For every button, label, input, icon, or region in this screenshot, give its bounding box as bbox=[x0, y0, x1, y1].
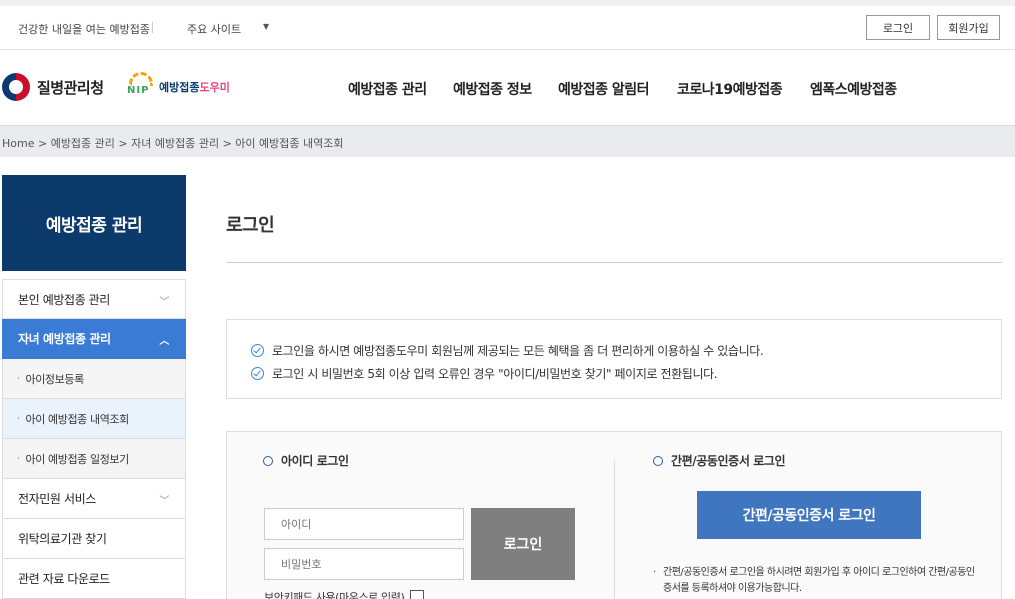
bullet-icon: · bbox=[17, 453, 20, 464]
chevron-down-icon: ﹀ bbox=[159, 297, 169, 308]
top-login-button[interactable]: 로그인 bbox=[866, 15, 930, 40]
sidebar-sub-child-register[interactable]: · 아이정보등록 bbox=[2, 359, 186, 399]
kdca-name: 질병관리청 bbox=[37, 78, 104, 97]
vaccination-helper-logo[interactable]: NIP 예방접종도우미 bbox=[125, 72, 230, 102]
sidebar-item-label: 아이 예방접종 내역조회 bbox=[25, 412, 129, 426]
divider bbox=[152, 22, 153, 33]
helper-logo-suffix: 도우미 bbox=[199, 81, 230, 94]
page-title: 로그인 bbox=[226, 215, 275, 236]
sidebar-item-label: 본인 예방접종 관리 bbox=[18, 292, 110, 307]
notice-text: 로그인 시 비밀번호 5회 이상 입력 오류인 경우 "아이디/비밀번호 찾기"… bbox=[272, 367, 718, 381]
helper-logo-prefix: 예방접종 bbox=[159, 81, 200, 94]
nav-covid19-vaccination[interactable]: 코로나19예방접종 bbox=[677, 79, 783, 99]
sidebar-title: 예방접종 관리 bbox=[2, 175, 186, 271]
bullet-icon: · bbox=[17, 413, 20, 424]
secure-keypad-label: 보안키패드 사용(마우스로 입력) bbox=[264, 591, 405, 599]
notice-item: 로그인 시 비밀번호 5회 이상 입력 오류인 경우 "아이디/비밀번호 찾기"… bbox=[251, 365, 718, 382]
section-title-text: 아이디 로그인 bbox=[281, 454, 349, 468]
circle-icon bbox=[653, 455, 663, 466]
caret-down-icon[interactable]: ▼ bbox=[263, 22, 269, 31]
nav-vaccination-info[interactable]: 예방접종 정보 bbox=[453, 79, 532, 99]
helper-logo-text: 예방접종도우미 bbox=[159, 79, 230, 95]
check-circle-icon bbox=[251, 344, 264, 357]
secure-keypad-option: 보안키패드 사용(마우스로 입력) bbox=[264, 589, 425, 599]
password-input[interactable] bbox=[264, 548, 464, 580]
sidebar-sub-child-schedule[interactable]: · 아이 예방접종 일정보기 bbox=[2, 439, 186, 479]
sidebar-item-label: 아이정보등록 bbox=[25, 372, 84, 386]
sidebar-item-downloads[interactable]: 관련 자료 다운로드 bbox=[2, 559, 186, 599]
notice-item: 로그인을 하시면 예방접종도우미 회원님께 제공되는 모든 혜택을 좀 더 편리… bbox=[251, 342, 764, 359]
bullet-icon: · bbox=[17, 373, 20, 384]
divider bbox=[226, 262, 1002, 263]
divider bbox=[614, 460, 615, 599]
sidebar-menu: 본인 예방접종 관리 ﹀ 자녀 예방접종 관리 ︿ · 아이정보등록 · 아이 … bbox=[2, 279, 186, 599]
login-submit-button[interactable]: 로그인 bbox=[471, 508, 575, 580]
notice-text: 로그인을 하시면 예방접종도우미 회원님께 제공되는 모든 혜택을 좀 더 편리… bbox=[272, 344, 764, 358]
site-header: 질병관리청 NIP 예방접종도우미 예방접종 관리 예방접종 정보 예방접종 알… bbox=[0, 50, 1015, 126]
circle-icon bbox=[263, 455, 273, 466]
sidebar-item-e-civil-service[interactable]: 전자민원 서비스 ﹀ bbox=[2, 479, 186, 519]
top-utility-bar: 건강한 내일을 여는 예방접종 주요 사이트 ▼ 로그인 회원가입 bbox=[0, 0, 1015, 50]
sidebar-item-label: 전자민원 서비스 bbox=[18, 492, 96, 506]
id-login-title: 아이디 로그인 bbox=[263, 452, 349, 469]
login-panel: 아이디 로그인 로그인 보안키패드 사용(마우스로 입력) 간편/공동인증서 로… bbox=[226, 431, 1002, 599]
secure-keypad-checkbox[interactable] bbox=[410, 590, 425, 599]
sidebar-item-label: 관련 자료 다운로드 bbox=[18, 572, 110, 586]
sidebar-item-find-clinic[interactable]: 위탁의료기관 찾기 bbox=[2, 519, 186, 559]
check-circle-icon bbox=[251, 367, 264, 380]
sidebar-item-label: 아이 예방접종 일정보기 bbox=[25, 452, 129, 466]
sidebar-item-child-vaccination[interactable]: 자녀 예방접종 관리 ︿ bbox=[2, 319, 186, 359]
section-title-text: 간편/공동인증서 로그인 bbox=[671, 454, 786, 468]
cert-login-button[interactable]: 간편/공동인증서 로그인 bbox=[697, 491, 921, 539]
cert-login-note: · 간편/공동인증서 로그인을 하시려면 회원가입 후 아이디 로그인하여 간편… bbox=[653, 565, 983, 597]
bullet-icon: · bbox=[653, 567, 656, 578]
kdca-emblem-icon bbox=[2, 73, 30, 101]
cert-login-title: 간편/공동인증서 로그인 bbox=[653, 452, 786, 469]
main-sites-dropdown[interactable]: 주요 사이트 bbox=[187, 21, 241, 37]
id-input[interactable] bbox=[264, 508, 464, 540]
chevron-up-icon: ︿ bbox=[159, 336, 169, 347]
sidebar-item-label: 자녀 예방접종 관리 bbox=[18, 332, 111, 346]
nav-mpox-vaccination[interactable]: 엠폭스예방접종 bbox=[810, 79, 897, 99]
kdca-logo[interactable]: 질병관리청 bbox=[2, 73, 104, 101]
sidebar-item-my-vaccination[interactable]: 본인 예방접종 관리 ﹀ bbox=[2, 279, 186, 319]
cert-note-text: 간편/공동인증서 로그인을 하시려면 회원가입 후 아이디 로그인하여 간편/공… bbox=[663, 567, 975, 594]
nip-mark: NIP bbox=[127, 85, 150, 96]
nav-vaccination-management[interactable]: 예방접종 관리 bbox=[348, 79, 427, 99]
sidebar-sub-child-history[interactable]: · 아이 예방접종 내역조회 bbox=[2, 399, 186, 439]
nav-vaccination-notice[interactable]: 예방접종 알림터 bbox=[558, 79, 650, 99]
chevron-down-icon: ﹀ bbox=[159, 496, 169, 507]
sun-icon: NIP bbox=[125, 72, 157, 102]
top-join-button[interactable]: 회원가입 bbox=[937, 15, 1000, 40]
breadcrumb[interactable]: Home > 예방접종 관리 > 자녀 예방접종 관리 > 아이 예방접종 내역… bbox=[2, 135, 343, 151]
login-notice-box: 로그인을 하시면 예방접종도우미 회원님께 제공되는 모든 혜택을 좀 더 편리… bbox=[226, 319, 1002, 399]
sidebar-item-label: 위탁의료기관 찾기 bbox=[18, 532, 107, 546]
breadcrumb-bar: Home > 예방접종 관리 > 자녀 예방접종 관리 > 아이 예방접종 내역… bbox=[0, 126, 1015, 157]
site-tagline: 건강한 내일을 여는 예방접종 bbox=[18, 23, 150, 36]
